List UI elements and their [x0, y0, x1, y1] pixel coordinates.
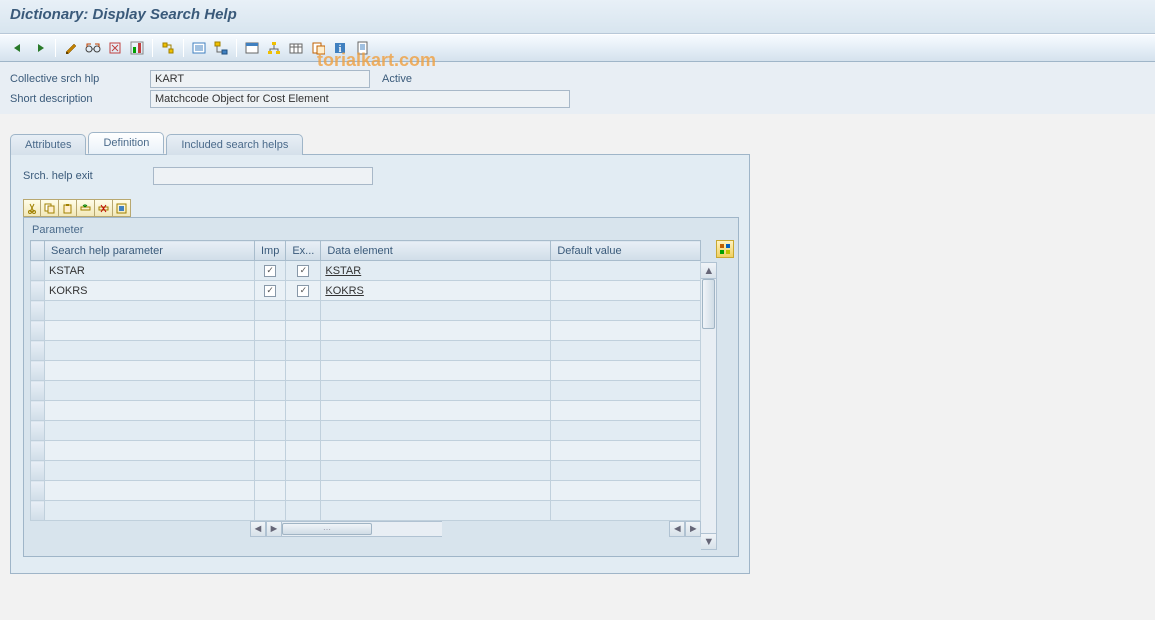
hscroll-left-icon[interactable]: ◄	[250, 521, 266, 537]
header-fields: Collective srch hlp Active Short descrip…	[0, 62, 1155, 114]
vscroll-thumb[interactable]	[702, 279, 715, 329]
short-description-label: Short description	[10, 93, 150, 105]
application-toolbar: i	[0, 34, 1155, 62]
paste-icon[interactable]	[59, 199, 77, 217]
glasses-toggle-icon[interactable]	[83, 38, 103, 58]
documentation-icon[interactable]	[352, 38, 372, 58]
insert-row-icon[interactable]	[77, 199, 95, 217]
display-list-icon[interactable]	[189, 38, 209, 58]
fullscreen-icon[interactable]	[242, 38, 262, 58]
row-selector[interactable]	[31, 361, 45, 381]
default-cell[interactable]	[551, 261, 701, 281]
tab-attributes[interactable]: Attributes	[10, 134, 86, 155]
exp-checkbox[interactable]: ✓	[286, 281, 321, 301]
forward-arrow-icon[interactable]	[30, 38, 50, 58]
collective-srch-hlp-label: Collective srch hlp	[10, 73, 150, 85]
hscroll-right-icon[interactable]: ►	[266, 521, 282, 537]
tab-definition[interactable]: Definition	[88, 132, 164, 154]
col-ex-[interactable]: Ex...	[286, 241, 321, 261]
append-icon[interactable]	[308, 38, 328, 58]
pencil-icon[interactable]	[61, 38, 81, 58]
row-selector[interactable]	[31, 421, 45, 441]
data-element-cell[interactable]: KSTAR	[321, 261, 551, 281]
status-text: Active	[382, 73, 412, 85]
inactive-icon[interactable]	[105, 38, 125, 58]
definition-panel: Srch. help exit Parameter Search help pa…	[10, 154, 750, 574]
select-all-icon[interactable]	[113, 199, 131, 217]
table-row[interactable]	[31, 301, 701, 321]
collective-srch-hlp-input[interactable]	[150, 70, 370, 88]
table-row[interactable]	[31, 341, 701, 361]
tab-included-search-helps[interactable]: Included search helps	[166, 134, 303, 155]
table-row[interactable]	[31, 501, 701, 521]
table-settings-button[interactable]	[716, 240, 734, 258]
parameter-grid-container: Parameter Search help parameterImpEx...D…	[23, 217, 739, 557]
title-bar: Dictionary: Display Search Help	[0, 0, 1155, 34]
hierarchy-icon[interactable]	[264, 38, 284, 58]
table-row[interactable]	[31, 381, 701, 401]
col-search-help-parameter[interactable]: Search help parameter	[45, 241, 255, 261]
table-row[interactable]	[31, 461, 701, 481]
col-data-element[interactable]: Data element	[321, 241, 551, 261]
page-title: Dictionary: Display Search Help	[10, 6, 1145, 23]
vscroll-down-icon[interactable]: ▼	[701, 533, 716, 549]
param-cell[interactable]: KSTAR	[45, 261, 255, 281]
row-selector[interactable]	[31, 441, 45, 461]
table-row[interactable]: KOKRS✓✓KOKRS	[31, 281, 701, 301]
col-default-value[interactable]: Default value	[551, 241, 701, 261]
where-used-icon[interactable]	[158, 38, 178, 58]
table-row[interactable]	[31, 421, 701, 441]
table-row[interactable]	[31, 481, 701, 501]
table-row[interactable]: KSTAR✓✓KSTAR	[31, 261, 701, 281]
back-arrow-icon[interactable]	[8, 38, 28, 58]
tree-icon[interactable]	[211, 38, 231, 58]
table-row[interactable]	[31, 401, 701, 421]
row-selector[interactable]	[31, 281, 45, 301]
vertical-scrollbar[interactable]: ▲ ▼	[701, 262, 717, 550]
param-cell[interactable]: KOKRS	[45, 281, 255, 301]
row-selector[interactable]	[31, 341, 45, 361]
row-selector[interactable]	[31, 401, 45, 421]
svg-text:i: i	[339, 44, 342, 55]
imp-checkbox[interactable]: ✓	[255, 261, 286, 281]
short-description-input[interactable]	[150, 90, 570, 108]
row-selector[interactable]	[31, 381, 45, 401]
parameter-table[interactable]: Search help parameterImpEx...Data elemen…	[30, 240, 701, 521]
col-imp[interactable]: Imp	[255, 241, 286, 261]
table-row[interactable]	[31, 361, 701, 381]
data-element-cell[interactable]: KOKRS	[321, 281, 551, 301]
hscroll-thumb[interactable]: ⋯	[282, 523, 372, 535]
srch-help-exit-input[interactable]	[153, 167, 373, 185]
exp-checkbox[interactable]: ✓	[286, 261, 321, 281]
table-row[interactable]	[31, 441, 701, 461]
horizontal-scrollbar[interactable]: ◄ ► ⋯ ◄ ►	[30, 521, 701, 537]
copy-icon[interactable]	[41, 199, 59, 217]
activate-icon[interactable]	[127, 38, 147, 58]
tab-strip: AttributesDefinitionIncluded search help…	[10, 132, 1145, 154]
row-selector[interactable]	[31, 261, 45, 281]
default-cell[interactable]	[551, 281, 701, 301]
hscroll-right2-icon[interactable]: ►	[685, 521, 701, 537]
info-icon[interactable]: i	[330, 38, 350, 58]
table-row[interactable]	[31, 321, 701, 341]
imp-checkbox[interactable]: ✓	[255, 281, 286, 301]
hscroll-left2-icon[interactable]: ◄	[669, 521, 685, 537]
wizard-icon[interactable]	[286, 38, 306, 58]
srch-help-exit-label: Srch. help exit	[23, 170, 153, 182]
row-selector[interactable]	[31, 501, 45, 521]
row-selector[interactable]	[31, 461, 45, 481]
row-selector[interactable]	[31, 301, 45, 321]
cut-icon[interactable]	[23, 199, 41, 217]
row-selector[interactable]	[31, 321, 45, 341]
grid-toolbar	[23, 199, 737, 217]
row-selector[interactable]	[31, 481, 45, 501]
delete-row-icon[interactable]	[95, 199, 113, 217]
grid-title: Parameter	[30, 222, 734, 240]
vscroll-up-icon[interactable]: ▲	[701, 263, 716, 279]
